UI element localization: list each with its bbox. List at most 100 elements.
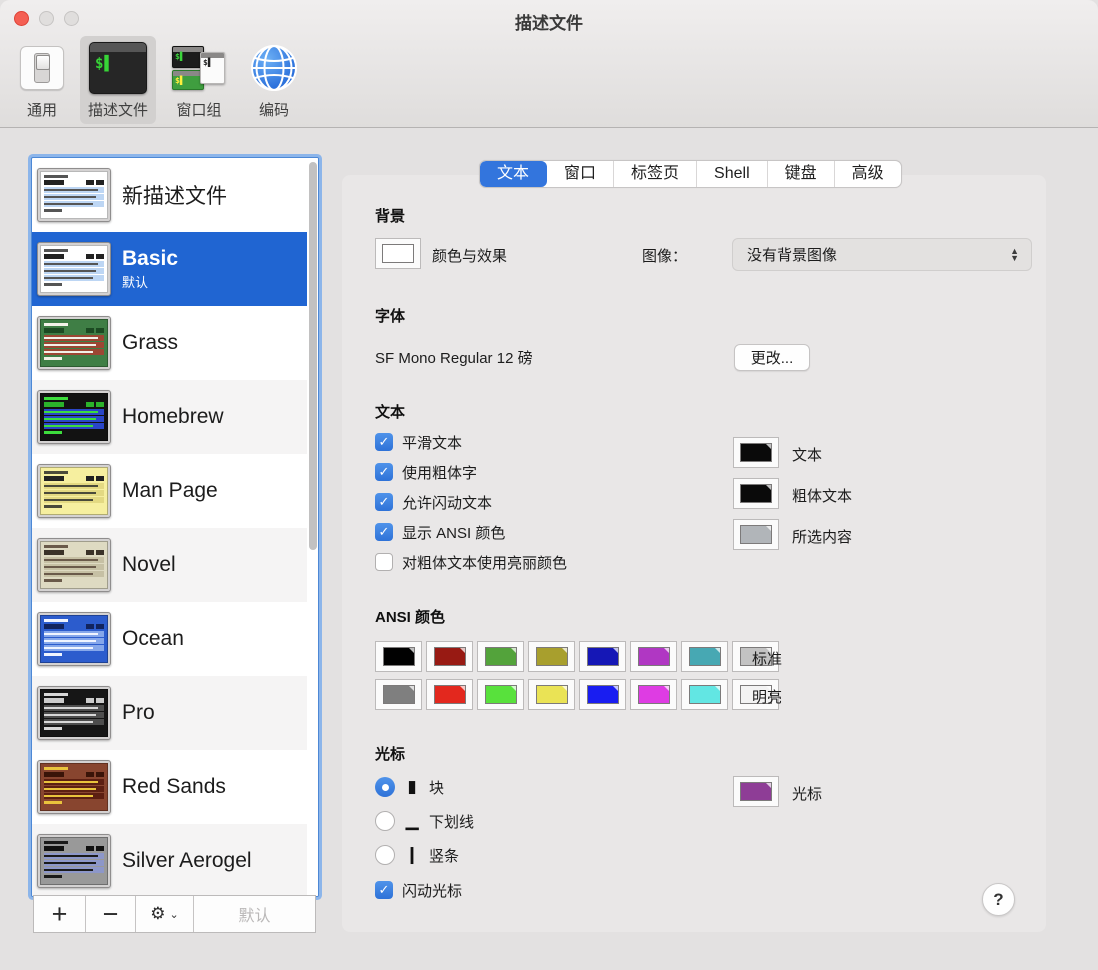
globe-icon [250, 44, 298, 92]
corner-fold-icon [766, 485, 771, 490]
ansi-color-swatch [485, 647, 517, 666]
ansi-color-well[interactable] [630, 641, 677, 672]
profile-row-Novel[interactable]: Novel [32, 528, 318, 602]
tab-标签页[interactable]: 标签页 [614, 161, 697, 187]
profile-name: Basic [122, 247, 178, 271]
ansi-color-well[interactable] [375, 641, 422, 672]
ansi-color-swatch [638, 647, 670, 666]
corner-fold-icon [766, 526, 771, 531]
toolbar-item-general[interactable]: 通用 [12, 36, 72, 124]
profiles-list[interactable]: 新描述文件Basic默认GrassHomebrewMan Page Novel Oc… [31, 157, 319, 897]
ansi-bright-row [375, 679, 779, 710]
scrollbar-thumb[interactable] [309, 162, 317, 550]
text-option-label: 平滑文本 [402, 432, 462, 453]
profile-row-Ocean[interactable]: Ocean [32, 602, 318, 676]
add-profile-button[interactable]: + [34, 896, 86, 932]
gear-icon: ⚙ [150, 904, 165, 924]
ansi-color-well[interactable] [426, 679, 473, 710]
profile-row-Grass[interactable]: Grass [32, 306, 318, 380]
background-color-well[interactable] [375, 238, 421, 269]
cursor-style-label: 竖条 [429, 845, 459, 866]
blink-cursor-checkbox[interactable]: ✓ 闪动光标 [375, 878, 462, 902]
profiles-actions: + − ⚙ ⌄ 默认 [33, 895, 316, 933]
background-image-select[interactable]: 没有背景图像 ▲▼ [732, 238, 1032, 271]
profiles-scrollbar[interactable] [307, 158, 318, 896]
profile-thumbnail [37, 316, 111, 370]
profile-thumbnail [37, 464, 111, 518]
profile-name: Silver Aerogel [122, 849, 252, 873]
cursor-style-radio-块[interactable]: ▮块 [375, 774, 444, 800]
cursor-style-label: 块 [429, 777, 444, 798]
text-option-checkbox[interactable]: 对粗体文本使用亮丽颜色 [375, 550, 567, 574]
set-default-button[interactable]: 默认 [194, 896, 315, 932]
corner-fold-icon [715, 686, 720, 691]
ansi-color-well[interactable] [528, 641, 575, 672]
ansi-color-well[interactable] [375, 679, 422, 710]
background-image-value: 没有背景图像 [747, 244, 837, 265]
text-option-checkbox[interactable]: ✓平滑文本 [375, 430, 462, 454]
color-well-粗体文本[interactable] [733, 478, 779, 509]
text-option-checkbox[interactable]: ✓使用粗体字 [375, 460, 477, 484]
checkbox-icon: ✓ [375, 881, 393, 899]
tab-文本[interactable]: 文本 [480, 161, 547, 187]
ansi-color-swatch [434, 647, 466, 666]
blink-cursor-label: 闪动光标 [402, 880, 462, 901]
toolbar-item-profiles[interactable]: $▌描述文件 [80, 36, 156, 124]
profile-name: Novel [122, 553, 176, 577]
toolbar-item-window-groups[interactable]: $▌$▌$▌窗口组 [164, 36, 234, 124]
tab-键盘[interactable]: 键盘 [768, 161, 835, 187]
terminal-icon: $▌ [89, 42, 147, 94]
color-swatch [740, 525, 772, 544]
profile-row-新描述文件[interactable]: 新描述文件 [32, 158, 318, 232]
text-option-checkbox[interactable]: ✓显示 ANSI 颜色 [375, 520, 505, 544]
text-option-checkbox[interactable]: ✓允许闪动文本 [375, 490, 492, 514]
ansi-color-well[interactable] [477, 679, 524, 710]
cursor-glyph-icon: ▮ [404, 777, 420, 797]
text-option-label: 对粗体文本使用亮丽颜色 [402, 552, 567, 573]
corner-fold-icon [613, 686, 618, 691]
background-heading: 背景 [375, 205, 405, 226]
ansi-color-well[interactable] [579, 641, 626, 672]
color-swatch [740, 484, 772, 503]
tab-高级[interactable]: 高级 [835, 161, 901, 187]
profile-row-Pro[interactable]: Pro [32, 676, 318, 750]
profile-row-Man Page[interactable]: Man Page [32, 454, 318, 528]
cursor-style-radio-下划线[interactable]: ▁下划线 [375, 808, 474, 834]
ansi-color-well[interactable] [528, 679, 575, 710]
profile-row-Silver Aerogel[interactable]: Silver Aerogel [32, 824, 318, 897]
color-well-所选内容[interactable] [733, 519, 779, 550]
ansi-color-well[interactable] [426, 641, 473, 672]
color-well-文本[interactable] [733, 437, 779, 468]
profile-row-Basic[interactable]: Basic默认 [32, 232, 318, 306]
profile-row-Homebrew[interactable]: Homebrew [32, 380, 318, 454]
ansi-color-well[interactable] [579, 679, 626, 710]
corner-fold-icon [562, 648, 567, 653]
stepper-icon: ▲▼ [1010, 248, 1019, 262]
image-label: 图像： [642, 245, 687, 266]
radio-icon [375, 811, 395, 831]
background-color-label: 颜色与效果 [432, 245, 507, 266]
corner-fold-icon [664, 648, 669, 653]
profile-thumbnail [37, 242, 111, 296]
remove-profile-button[interactable]: − [86, 896, 136, 932]
color-well-label: 所选内容 [792, 526, 852, 547]
ansi-color-swatch [536, 647, 568, 666]
ansi-color-well[interactable] [681, 679, 728, 710]
ansi-color-well[interactable] [681, 641, 728, 672]
ansi-color-well[interactable] [477, 641, 524, 672]
cursor-color-well[interactable] [733, 776, 779, 807]
toolbar-item-encodings[interactable]: 编码 [242, 36, 306, 124]
switch-icon [20, 46, 64, 90]
profile-row-Red Sands[interactable]: Red Sands [32, 750, 318, 824]
ansi-bright-label: 明亮 [752, 686, 782, 707]
gear-menu-button[interactable]: ⚙ ⌄ [136, 896, 194, 932]
ansi-color-well[interactable] [630, 679, 677, 710]
help-button[interactable]: ? [982, 883, 1015, 916]
ansi-standard-label: 标准 [752, 648, 782, 669]
tab-Shell[interactable]: Shell [697, 161, 768, 187]
cursor-well-label: 光标 [792, 783, 822, 804]
change-font-button[interactable]: 更改... [734, 344, 810, 371]
tab-窗口[interactable]: 窗口 [547, 161, 614, 187]
checkbox-icon: ✓ [375, 523, 393, 541]
cursor-style-radio-竖条[interactable]: ❙竖条 [375, 842, 459, 868]
